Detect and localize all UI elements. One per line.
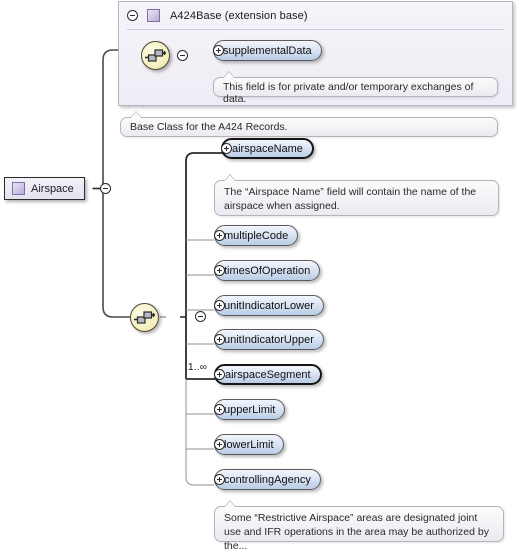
annotation-text: Some “Restrictive Airspace” areas are de… <box>224 512 489 552</box>
occurrence-label-airspacesegment: 1..∞ <box>188 362 208 373</box>
plus-circle-icon[interactable] <box>214 300 225 311</box>
node-controllingagency[interactable]: controllingAgency <box>214 469 321 490</box>
node-lowerlimit[interactable]: lowerLimit <box>214 434 284 455</box>
plus-circle-icon[interactable] <box>214 369 225 380</box>
callout-notch-inner-icon <box>223 72 235 79</box>
plus-circle-icon[interactable] <box>213 45 224 56</box>
schema-diagram-canvas: A424Base (extension base) supplementalDa… <box>0 0 527 552</box>
plus-circle-icon[interactable] <box>214 265 225 276</box>
element-pill[interactable]: airspaceSegment <box>214 364 322 385</box>
element-pill[interactable]: controllingAgency <box>214 469 321 490</box>
annotation-text: The “Airspace Name” field will contain t… <box>224 186 477 212</box>
node-upperlimit[interactable]: upperLimit <box>214 399 286 420</box>
plus-circle-icon[interactable] <box>214 230 225 241</box>
element-pill[interactable]: unitIndicatorLower <box>214 295 324 316</box>
header-divider <box>127 29 504 30</box>
element-pill[interactable]: airspaceName <box>221 138 314 159</box>
minus-circle-icon-base-sequence[interactable] <box>177 50 188 61</box>
minus-circle-icon-root[interactable] <box>100 183 112 194</box>
annotation-base-class: Base Class for the A424 Records. <box>120 111 498 137</box>
callout-notch-inner-icon <box>130 112 142 119</box>
plus-circle-icon[interactable] <box>214 439 225 450</box>
root-element-airspace[interactable]: Airspace <box>4 177 85 200</box>
extension-base-header: A424Base (extension base) <box>119 2 512 29</box>
annotation-text: Base Class for the A424 Records. <box>130 121 288 133</box>
sequence-icon-base[interactable] <box>141 41 170 70</box>
callout-notch-inner-icon <box>224 501 236 508</box>
callout-notch-inner-icon <box>224 175 236 182</box>
plus-circle-icon[interactable] <box>221 143 232 154</box>
element-pill[interactable]: multipleCode <box>214 225 299 246</box>
annotation-supplementaldata: This field is for private and/or tempora… <box>213 71 498 105</box>
element-pill[interactable]: timesOfOperation <box>214 260 321 281</box>
node-multiplecode[interactable]: multipleCode <box>214 225 299 246</box>
complextype-square-icon <box>147 9 160 22</box>
annotation-airspacename: The “Airspace Name” field will contain t… <box>214 174 499 216</box>
root-element-label: Airspace <box>31 182 74 195</box>
sequence-glyph-icon <box>134 311 155 324</box>
node-unitindicatorupper[interactable]: unitIndicatorUpper <box>214 329 324 350</box>
extension-base-title: A424Base (extension base) <box>170 9 308 22</box>
complextype-square-icon <box>12 182 25 195</box>
sequence-glyph-icon <box>145 49 166 62</box>
element-pill[interactable]: unitIndicatorUpper <box>214 329 324 350</box>
plus-circle-icon[interactable] <box>214 334 225 345</box>
plus-circle-icon[interactable] <box>214 404 225 415</box>
node-airspacesegment[interactable]: airspaceSegment <box>214 364 322 385</box>
plus-circle-icon[interactable] <box>214 474 225 485</box>
node-unitindicatorlower[interactable]: unitIndicatorLower <box>214 295 324 316</box>
node-supplementaldata[interactable]: supplementalData <box>213 40 322 61</box>
annotation-controllingagency: Some “Restrictive Airspace” areas are de… <box>214 500 504 552</box>
node-airspacename[interactable]: airspaceName <box>221 138 314 159</box>
element-pill[interactable]: supplementalData <box>213 40 322 61</box>
node-timesofoperation[interactable]: timesOfOperation <box>214 260 321 281</box>
sequence-icon-main[interactable] <box>130 303 159 332</box>
minus-circle-icon[interactable] <box>127 10 138 21</box>
